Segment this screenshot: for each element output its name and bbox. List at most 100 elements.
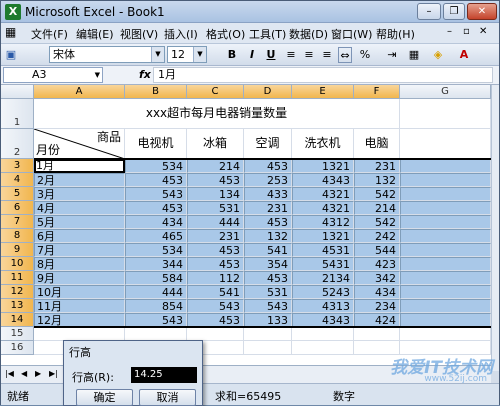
row-header[interactable]: 3 — [1, 159, 34, 173]
data-cell[interactable]: 534 — [125, 159, 187, 173]
spreadsheet-grid[interactable]: A B C D E F G 1 2 3 4 5 6 7 8 9 10 11 12 13 14 15 16 xxx超市每月电器销… — [1, 85, 491, 365]
row-header[interactable]: 1 — [1, 99, 34, 129]
data-cell[interactable]: 453 — [244, 159, 292, 173]
menu-tools[interactable]: 工具(T) — [249, 26, 286, 42]
data-cell[interactable]: 543 — [125, 187, 187, 201]
data-cell[interactable]: 423 — [354, 257, 400, 271]
data-cell[interactable]: 4321 — [292, 187, 354, 201]
name-box[interactable]: A3 ▼ — [3, 67, 103, 83]
column-header[interactable]: C — [187, 85, 244, 99]
month-cell[interactable]: 4月 — [34, 201, 125, 215]
excel-app-icon[interactable]: X — [5, 4, 21, 20]
cell[interactable] — [400, 129, 491, 159]
doc-icon[interactable]: ▦ — [5, 25, 16, 39]
data-cell[interactable]: 453 — [125, 201, 187, 215]
data-cell[interactable]: 342 — [354, 271, 400, 285]
align-right-icon[interactable]: ≡ — [320, 47, 334, 63]
close-button[interactable]: ✕ — [467, 3, 497, 20]
data-cell[interactable]: 453 — [244, 271, 292, 285]
row-header[interactable]: 6 — [1, 201, 34, 215]
data-cell[interactable]: 112 — [187, 271, 244, 285]
data-cell[interactable]: 134 — [187, 187, 244, 201]
cell[interactable] — [400, 243, 491, 257]
data-cell[interactable]: 214 — [354, 201, 400, 215]
month-cell[interactable]: 3月 — [34, 187, 125, 201]
data-cell[interactable]: 132 — [354, 173, 400, 187]
product-header[interactable]: 洗衣机 — [292, 129, 354, 159]
data-cell[interactable]: 854 — [125, 299, 187, 313]
data-cell[interactable]: 543 — [125, 313, 187, 327]
cell[interactable] — [400, 173, 491, 187]
doc-minimize-icon[interactable]: – — [447, 26, 452, 37]
indent-icon[interactable]: ⇥ — [385, 47, 399, 63]
data-cell[interactable]: 234 — [354, 299, 400, 313]
cell[interactable] — [400, 215, 491, 229]
data-cell[interactable]: 344 — [125, 257, 187, 271]
data-cell[interactable]: 253 — [244, 173, 292, 187]
font-select[interactable]: 宋体 ▼ — [49, 46, 165, 63]
italic-button[interactable]: I — [245, 47, 259, 63]
data-cell[interactable]: 5243 — [292, 285, 354, 299]
cell[interactable] — [400, 99, 491, 129]
cell[interactable] — [400, 187, 491, 201]
column-header[interactable]: G — [400, 85, 491, 99]
data-cell[interactable]: 541 — [244, 243, 292, 257]
data-cell[interactable]: 4343 — [292, 313, 354, 327]
month-cell[interactable]: 1月 — [34, 159, 125, 173]
data-cell[interactable]: 465 — [125, 229, 187, 243]
data-cell[interactable]: 4321 — [292, 201, 354, 215]
column-header[interactable]: E — [292, 85, 354, 99]
data-cell[interactable]: 231 — [244, 201, 292, 215]
sheet-title[interactable]: xxx超市每月电器销量数量 — [34, 99, 400, 129]
cell[interactable] — [34, 327, 125, 341]
select-all-corner[interactable] — [1, 85, 34, 99]
menu-insert[interactable]: 插入(I) — [164, 26, 198, 42]
ok-button[interactable]: 确定 — [76, 389, 133, 406]
product-header[interactable]: 空调 — [244, 129, 292, 159]
row-header[interactable]: 2 — [1, 129, 34, 159]
cell[interactable] — [244, 341, 292, 355]
cell[interactable] — [244, 327, 292, 341]
row-header[interactable]: 5 — [1, 187, 34, 201]
data-cell[interactable]: 542 — [354, 215, 400, 229]
month-cell[interactable]: 6月 — [34, 229, 125, 243]
data-cell[interactable]: 132 — [244, 229, 292, 243]
underline-button[interactable]: U — [264, 47, 278, 63]
data-cell[interactable]: 453 — [125, 173, 187, 187]
data-cell[interactable]: 541 — [187, 285, 244, 299]
month-cell[interactable]: 7月 — [34, 243, 125, 257]
data-cell[interactable]: 453 — [187, 173, 244, 187]
cancel-button[interactable]: 取消 — [139, 389, 196, 406]
doc-close-icon[interactable]: ✕ — [479, 26, 487, 37]
menu-view[interactable]: 视图(V) — [120, 26, 158, 42]
data-cell[interactable]: 531 — [244, 285, 292, 299]
cell[interactable] — [354, 327, 400, 341]
row-header[interactable]: 8 — [1, 229, 34, 243]
data-cell[interactable]: 231 — [187, 229, 244, 243]
data-cell[interactable]: 543 — [244, 299, 292, 313]
cell[interactable] — [400, 285, 491, 299]
row-header[interactable]: 4 — [1, 173, 34, 187]
align-center-icon[interactable]: ≡ — [302, 47, 316, 63]
cell[interactable] — [292, 327, 354, 341]
diagonal-header-cell[interactable]: 商品 月份 — [34, 129, 125, 159]
row-header[interactable]: 14 — [1, 313, 34, 327]
align-left-icon[interactable]: ≡ — [284, 47, 298, 63]
data-cell[interactable]: 4531 — [292, 243, 354, 257]
month-cell[interactable]: 12月 — [34, 313, 125, 327]
data-cell[interactable]: 453 — [244, 215, 292, 229]
bold-button[interactable]: B — [225, 47, 239, 63]
data-cell[interactable]: 2134 — [292, 271, 354, 285]
month-cell[interactable]: 10月 — [34, 285, 125, 299]
menu-help[interactable]: 帮助(H) — [376, 26, 415, 42]
month-cell[interactable]: 11月 — [34, 299, 125, 313]
data-cell[interactable]: 544 — [354, 243, 400, 257]
row-header[interactable]: 16 — [1, 341, 34, 355]
cell[interactable] — [400, 299, 491, 313]
data-cell[interactable]: 4343 — [292, 173, 354, 187]
cell[interactable] — [187, 327, 244, 341]
minimize-button[interactable]: – — [417, 3, 441, 20]
data-cell[interactable]: 4313 — [292, 299, 354, 313]
fill-color-icon[interactable]: ◈ — [431, 47, 445, 63]
menu-window[interactable]: 窗口(W) — [331, 26, 372, 42]
